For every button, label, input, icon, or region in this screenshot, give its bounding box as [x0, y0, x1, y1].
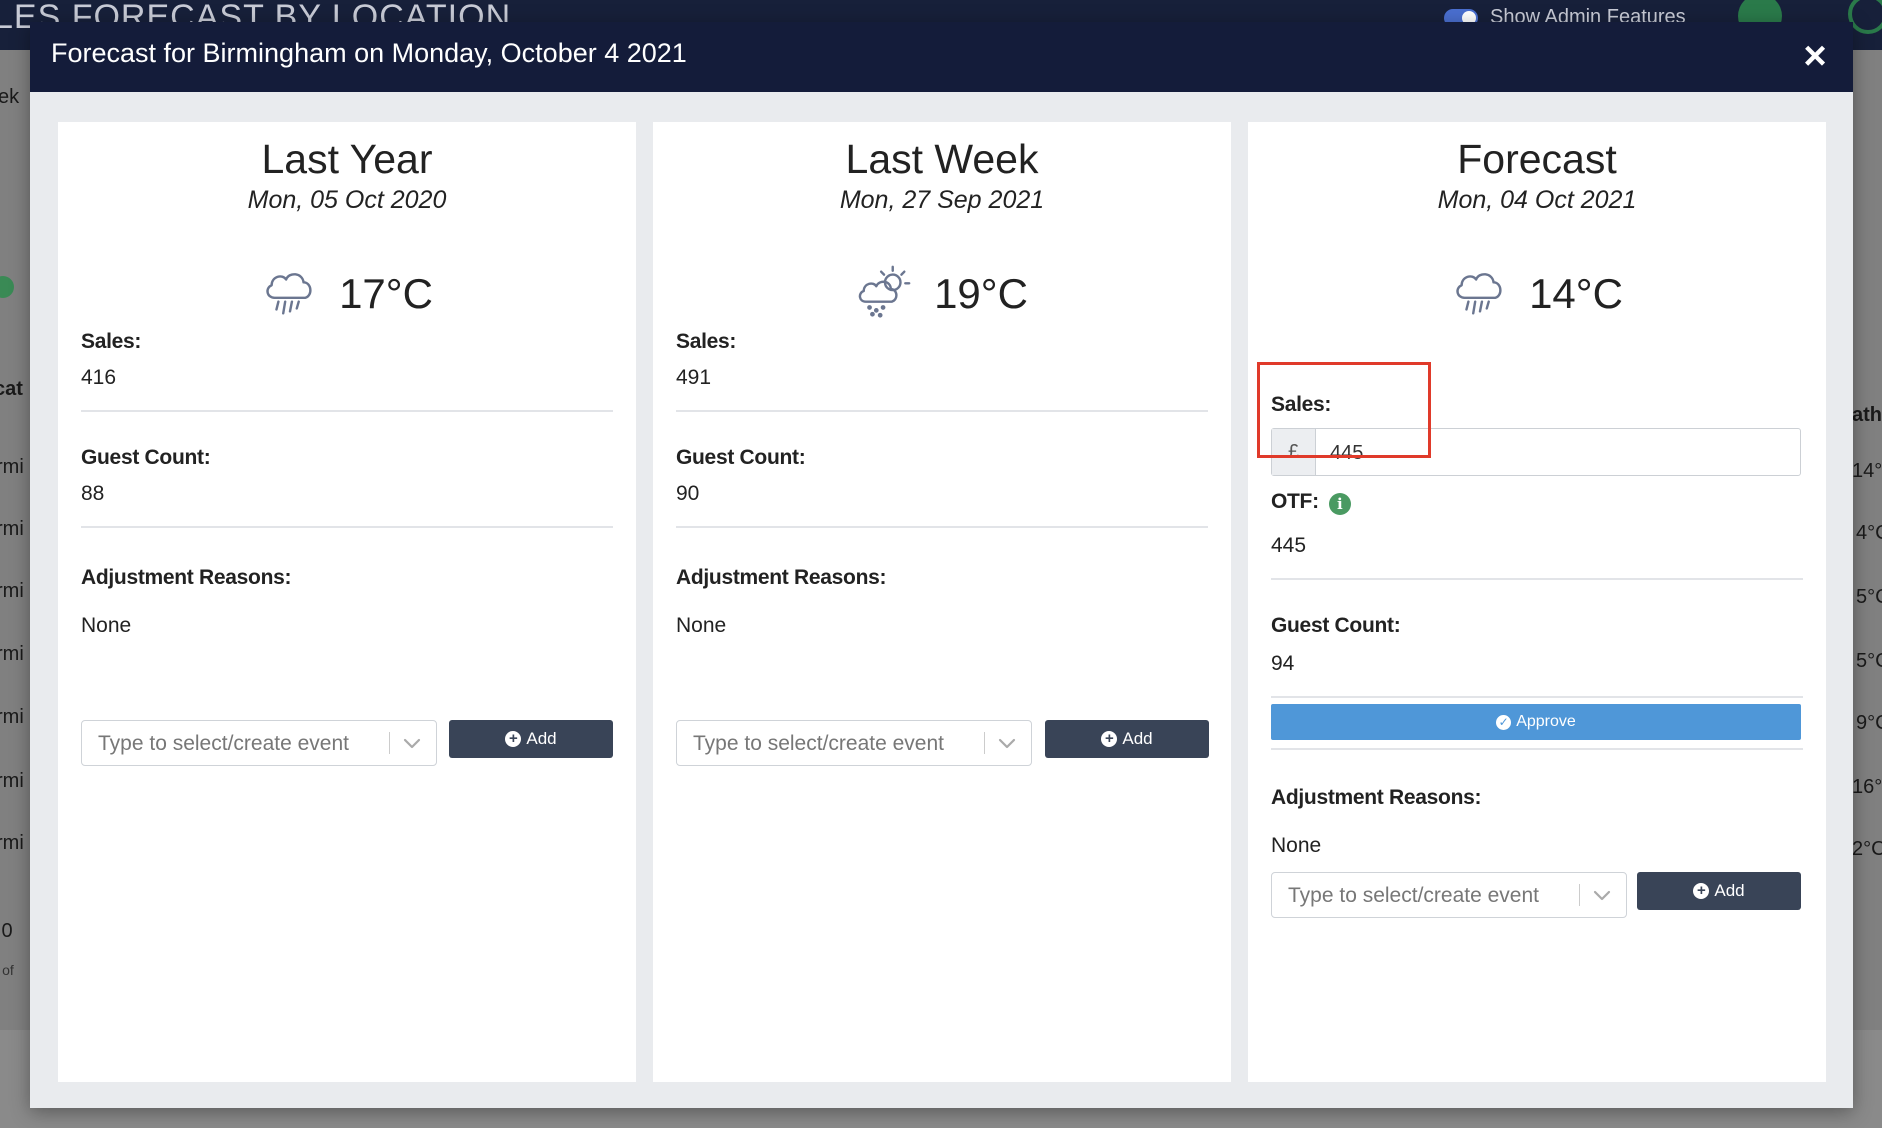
background-fragment: 14°C: [1852, 460, 1882, 482]
rain-cloud-icon: [1451, 263, 1509, 326]
add-event-button[interactable]: + Add: [449, 720, 613, 758]
adjustment-reasons-label: Adjustment Reasons:: [81, 566, 292, 589]
background-fragment: rmi: [0, 518, 24, 540]
sales-label: Sales:: [1271, 393, 1332, 416]
adjustment-reasons-value: None: [676, 614, 727, 637]
card-title: Forecast: [1457, 136, 1617, 182]
select-separator: [984, 732, 985, 754]
guest-count-label: Guest Count:: [81, 446, 211, 469]
comparison-cards: Last Year Mon, 05 Oct 2020 17°C Sales: 4…: [58, 122, 1826, 1082]
add-event-button[interactable]: + Add: [1637, 872, 1801, 910]
guest-count-value: 90: [676, 482, 700, 505]
select-separator: [1579, 884, 1580, 906]
plus-circle-icon: +: [1101, 731, 1118, 747]
plus-circle-icon: +: [505, 731, 522, 747]
chevron-down-icon[interactable]: [1592, 885, 1612, 905]
event-select-placeholder: Type to select/create event: [1288, 884, 1539, 907]
event-select[interactable]: Type to select/create event: [81, 720, 437, 766]
adjustment-reasons-value: None: [1271, 834, 1322, 857]
card-date: Mon, 27 Sep 2021: [839, 186, 1045, 214]
background-fragment: 5°C: [1856, 650, 1882, 672]
event-select-placeholder: Type to select/create event: [693, 732, 944, 755]
select-separator: [389, 732, 390, 754]
background-fragment: ll of: [0, 962, 14, 978]
sales-input-value[interactable]: 445: [1330, 442, 1363, 465]
background-fragment: rmi: [0, 832, 24, 854]
weather-summary: 14°C: [1248, 259, 1826, 329]
check-circle-icon: ✓: [1496, 714, 1512, 730]
background-fragment: .0: [0, 920, 13, 942]
add-event-button[interactable]: + Add: [1045, 720, 1209, 758]
add-button-label: Add: [526, 729, 557, 748]
guest-count-value: 88: [81, 482, 105, 505]
chevron-down-icon[interactable]: [402, 733, 422, 753]
event-select[interactable]: Type to select/create event: [676, 720, 1032, 766]
card-forecast: Forecast Mon, 04 Oct 2021 14°C Sales: £ …: [1248, 122, 1826, 1082]
notification-bell-icon[interactable]: [1848, 0, 1882, 34]
guest-count-label: Guest Count:: [1271, 614, 1401, 637]
weather-summary: 19°C: [653, 259, 1231, 329]
adjustment-reasons-label: Adjustment Reasons:: [1271, 786, 1482, 809]
event-select[interactable]: Type to select/create event: [1271, 872, 1627, 918]
background-fragment: 4°C: [1856, 522, 1882, 544]
background-fragment: rmi: [0, 706, 24, 728]
card-title: Last Week: [845, 136, 1039, 182]
add-button-label: Add: [1122, 729, 1153, 748]
sales-value: 416: [81, 366, 117, 389]
plus-circle-icon: +: [1693, 883, 1710, 899]
divider: [81, 410, 613, 412]
sales-label: Sales:: [676, 330, 737, 353]
background-fragment: ath: [1852, 404, 1882, 426]
event-select-placeholder: Type to select/create event: [98, 732, 349, 755]
guest-count-value: 94: [1271, 652, 1295, 675]
approve-button-label: Approve: [1516, 713, 1576, 730]
background-fragment: 5°C: [1856, 586, 1882, 608]
sun-cloud-rain-icon: [856, 263, 914, 326]
sales-value: 491: [676, 366, 712, 389]
modal-header: Forecast for Birmingham on Monday, Octob…: [30, 22, 1853, 92]
adjustment-reasons-value: None: [81, 614, 132, 637]
currency-symbol: £: [1272, 429, 1316, 475]
background-fragment: 9°C: [1856, 712, 1882, 734]
background-fragment: ek: [0, 86, 20, 108]
card-date: Mon, 04 Oct 2021: [1437, 186, 1637, 214]
guest-count-label: Guest Count:: [676, 446, 806, 469]
divider: [1271, 578, 1803, 580]
background-fragment: rmi: [0, 770, 24, 792]
temperature: 17°C: [339, 270, 433, 317]
approve-button[interactable]: ✓ Approve: [1271, 704, 1801, 740]
sales-input[interactable]: £ 445: [1271, 428, 1801, 476]
add-button-label: Add: [1714, 881, 1745, 900]
weather-summary: 17°C: [58, 259, 636, 329]
card-last-year: Last Year Mon, 05 Oct 2020 17°C Sales: 4…: [58, 122, 636, 1082]
otf-label: OTF: i: [1271, 490, 1803, 515]
background-fragment: rmi: [0, 456, 24, 478]
adjustment-reasons-label: Adjustment Reasons:: [676, 566, 887, 589]
background-fragment: cat: [0, 378, 23, 400]
temperature: 19°C: [934, 270, 1028, 317]
background-fragment: rmi: [0, 643, 24, 665]
card-last-week: Last Week Mon, 27 Sep 2021 19°C Sales: 4…: [653, 122, 1231, 1082]
divider: [1271, 748, 1803, 750]
divider: [676, 526, 1208, 528]
info-icon[interactable]: i: [1328, 492, 1351, 515]
divider: [676, 410, 1208, 412]
divider: [81, 526, 613, 528]
background-fragment: 16°C: [1852, 776, 1882, 798]
rain-cloud-icon: [261, 263, 319, 326]
modal-title: Forecast for Birmingham on Monday, Octob…: [51, 38, 687, 68]
chevron-down-icon[interactable]: [997, 733, 1017, 753]
card-date: Mon, 05 Oct 2020: [247, 186, 447, 214]
otf-value: 445: [1271, 534, 1307, 557]
background-fragment: 2°C: [1852, 838, 1882, 860]
forecast-modal: Forecast for Birmingham on Monday, Octob…: [30, 22, 1853, 1108]
divider: [1271, 696, 1803, 698]
sales-label: Sales:: [81, 330, 142, 353]
close-icon[interactable]: ×: [1795, 36, 1835, 76]
card-title: Last Year: [261, 136, 433, 182]
background-fragment: rmi: [0, 580, 24, 602]
temperature: 14°C: [1529, 270, 1623, 317]
